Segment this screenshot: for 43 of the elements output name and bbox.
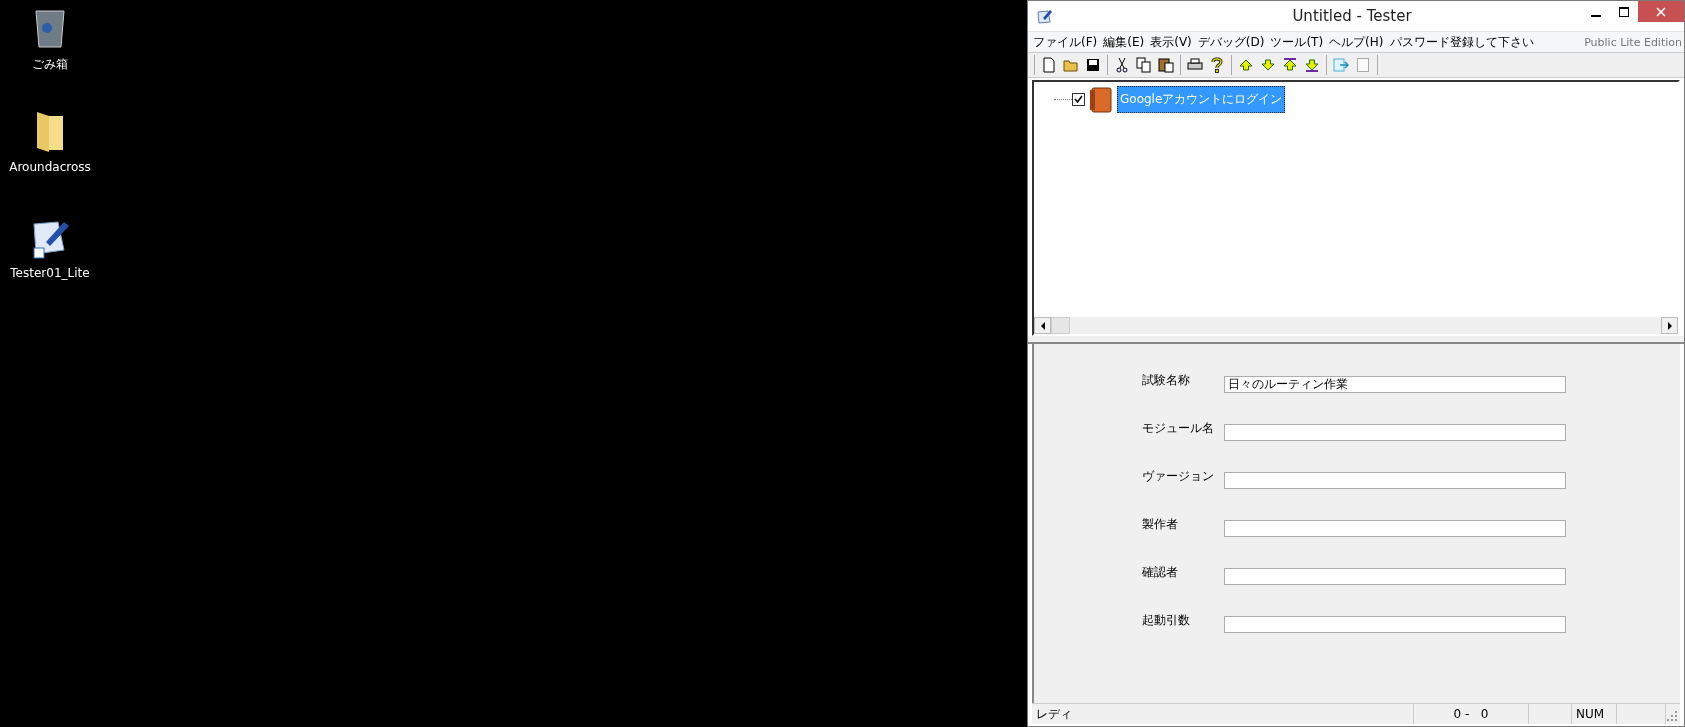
close-icon: [1656, 6, 1666, 17]
paste-icon[interactable]: [1156, 55, 1176, 75]
copy-icon[interactable]: [1134, 55, 1154, 75]
field-label: 確認者: [1142, 564, 1179, 581]
app-icon: [1036, 8, 1052, 24]
maximize-icon: [1619, 6, 1629, 17]
resize-grip-icon[interactable]: [1666, 710, 1678, 722]
field-label: 製作者: [1142, 516, 1179, 533]
cursor-position: 0 - 0: [1453, 707, 1489, 721]
input-field[interactable]: [1224, 424, 1566, 441]
menu-item[interactable]: 表示(V): [1147, 33, 1195, 51]
folder-icon: [35, 110, 65, 154]
export-icon[interactable]: [1331, 55, 1351, 75]
field-label: モジュール名: [1142, 420, 1215, 437]
minimize-icon: [1591, 14, 1601, 17]
menu-item[interactable]: 編集(E): [1100, 33, 1148, 51]
menu-item[interactable]: ファイル(F): [1030, 33, 1101, 51]
input-field[interactable]: 日々のルーティン作業: [1224, 376, 1566, 393]
desktop-icon-label[interactable]: Tester01_Lite: [10, 266, 90, 280]
status-message: レディ: [1036, 705, 1072, 723]
input-field[interactable]: [1224, 472, 1566, 489]
checkbox[interactable]: [1072, 93, 1085, 106]
input-field[interactable]: [1224, 520, 1566, 537]
left-arrow-icon: [1039, 321, 1046, 330]
input-field[interactable]: [1224, 568, 1566, 585]
window-title: Untitled - Tester: [1291, 7, 1412, 25]
menu-item[interactable]: パスワード登録して下さい: [1386, 33, 1537, 51]
field-label: ヴァージョン: [1142, 468, 1215, 485]
book-icon: [1089, 86, 1113, 113]
input-field[interactable]: [1224, 616, 1566, 633]
field-label: 試験名称: [1142, 372, 1191, 389]
field-label: 起動引数: [1142, 612, 1191, 629]
menu-item[interactable]: ツール(T): [1267, 33, 1327, 51]
scroll-thumb[interactable]: [1051, 317, 1070, 334]
desktop-icon-label[interactable]: Aroundacross: [9, 160, 91, 174]
desktop-icon-label[interactable]: ごみ箱: [32, 56, 68, 73]
scroll-left-button[interactable]: [1034, 317, 1051, 334]
menu-item[interactable]: ヘルプ(H): [1326, 33, 1387, 51]
num-lock-indicator: NUM: [1576, 707, 1605, 721]
scroll-right-button[interactable]: [1661, 317, 1678, 334]
edition-label: Public Lite Edition: [1584, 35, 1682, 49]
right-arrow-icon: [1666, 321, 1673, 330]
menu-item[interactable]: デバッグ(D): [1194, 33, 1268, 51]
